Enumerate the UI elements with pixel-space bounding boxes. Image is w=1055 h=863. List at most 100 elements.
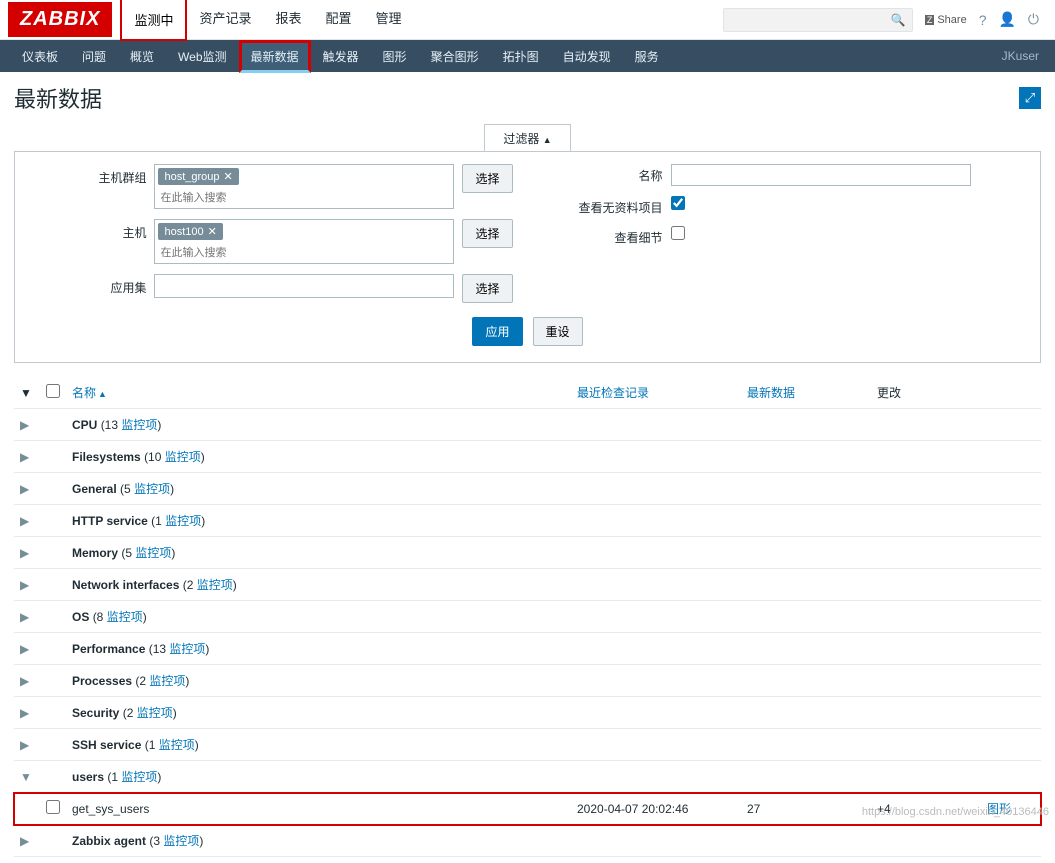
hostgroup-search-input[interactable] — [155, 188, 443, 208]
user-icon[interactable]: 👤 — [998, 11, 1015, 28]
apply-button[interactable]: 应用 — [472, 317, 522, 346]
filter-panel: 过滤器 ▲ 主机群组 host_group✕ 选择 主机 host100✕ — [14, 124, 1041, 363]
hostgroup-label: 主机群组 — [84, 164, 146, 186]
hostgroup-select-button[interactable]: 选择 — [462, 164, 512, 193]
name-input[interactable] — [671, 164, 971, 186]
topnav-item-2[interactable]: 报表 — [263, 0, 313, 41]
topnav-item-3[interactable]: 配置 — [314, 0, 364, 41]
name-label: 名称 — [573, 164, 663, 184]
category-row: ▶HTTP service (1 监控项) — [14, 505, 1041, 537]
monitor-items-link[interactable]: 监控项 — [165, 514, 201, 528]
expand-toggle[interactable]: ▶ — [14, 633, 40, 665]
host-tag-remove-icon[interactable]: ✕ — [208, 226, 217, 238]
monitor-items-link[interactable]: 监控项 — [149, 674, 185, 688]
sort-asc-icon: ▲ — [98, 389, 107, 399]
hostgroup-tag[interactable]: host_group ✕ — [158, 168, 238, 185]
expand-toggle[interactable]: ▶ — [14, 665, 40, 697]
category-name: Filesystems — [72, 450, 141, 464]
hostgroup-select[interactable]: host_group ✕ — [154, 164, 454, 209]
share-label: Share — [937, 14, 966, 26]
host-select[interactable]: host100✕ — [154, 219, 454, 264]
subnav-item-1[interactable]: 问题 — [70, 40, 118, 73]
col-last-check[interactable]: 最近检查记录 — [571, 377, 741, 409]
monitor-items-link[interactable]: 监控项 — [134, 482, 170, 496]
topnav-item-0[interactable]: 监测中 — [120, 0, 187, 41]
subnav-item-3[interactable]: Web监测 — [166, 40, 238, 73]
caret-up-icon: ▲ — [543, 135, 552, 145]
select-all-cell — [40, 377, 66, 409]
topnav-item-1[interactable]: 资产记录 — [187, 0, 263, 41]
fullscreen-icon: ⤢ — [1025, 90, 1035, 106]
category-name: Processes — [72, 674, 132, 688]
category-row: ▼users (1 监控项) — [14, 761, 1041, 793]
monitor-items-link[interactable]: 监控项 — [137, 706, 173, 720]
monitor-items-link[interactable]: 监控项 — [165, 450, 201, 464]
monitor-items-link[interactable]: 监控项 — [135, 546, 171, 560]
host-search-input[interactable] — [155, 243, 443, 263]
category-name: CPU — [72, 418, 97, 432]
category-count: (2 监控项) — [123, 706, 177, 720]
reset-button[interactable]: 重设 — [533, 317, 583, 346]
expand-toggle[interactable]: ▶ — [14, 441, 40, 473]
host-select-button[interactable]: 选择 — [462, 219, 512, 248]
col-name[interactable]: 名称▲ — [66, 377, 571, 409]
monitor-items-link[interactable]: 监控项 — [197, 578, 233, 592]
monitor-items-link[interactable]: 监控项 — [169, 642, 205, 656]
subnav-item-8[interactable]: 拓扑图 — [491, 40, 551, 73]
logout-icon[interactable]: ⏻ — [1028, 11, 1039, 28]
subnav-item-7[interactable]: 聚合图形 — [419, 40, 491, 73]
topnav-item-4[interactable]: 管理 — [364, 0, 414, 41]
search-input[interactable]: 🔍 — [723, 8, 913, 32]
subnav-item-5[interactable]: 触发器 — [311, 40, 371, 73]
expand-toggle[interactable]: ▶ — [14, 409, 40, 441]
subnav-item-0[interactable]: 仪表板 — [10, 40, 70, 73]
category-count: (2 监控项) — [135, 674, 189, 688]
subnav-item-10[interactable]: 服务 — [623, 40, 671, 73]
expand-toggle[interactable]: ▶ — [14, 537, 40, 569]
monitor-items-link[interactable]: 监控项 — [121, 418, 157, 432]
expand-toggle[interactable]: ▼ — [14, 761, 40, 793]
current-user[interactable]: JKuser — [1002, 49, 1045, 63]
expand-toggle[interactable]: ▶ — [14, 473, 40, 505]
monitor-items-link[interactable]: 监控项 — [163, 834, 199, 848]
expand-toggle[interactable]: ▶ — [14, 825, 40, 857]
subnav-item-6[interactable]: 图形 — [371, 40, 419, 73]
select-all-checkbox[interactable] — [46, 384, 60, 398]
category-count: (10 监控项) — [144, 450, 205, 464]
share-icon: Z — [925, 15, 935, 25]
expand-toggle[interactable]: ▶ — [14, 505, 40, 537]
appset-input[interactable] — [154, 274, 454, 298]
top-right: 🔍 Z Share ? 👤 ⏻ — [723, 8, 1055, 32]
hostgroup-tag-remove-icon[interactable]: ✕ — [224, 171, 233, 183]
appset-select-button[interactable]: 选择 — [462, 274, 512, 303]
hostgroup-tag-label: host_group — [164, 171, 219, 183]
expand-toggle[interactable]: ▶ — [14, 729, 40, 761]
page-title: 最新数据 — [14, 82, 102, 114]
col-last-data[interactable]: 最新数据 — [741, 377, 871, 409]
top-bar: ZABBIX 监测中资产记录报表配置管理 🔍 Z Share ? 👤 ⏻ — [0, 0, 1055, 40]
noitems-checkbox[interactable] — [671, 196, 685, 210]
share-button[interactable]: Z Share — [925, 14, 967, 26]
monitor-items-link[interactable]: 监控项 — [159, 738, 195, 752]
subnav-item-2[interactable]: 概览 — [118, 40, 166, 73]
subnav-item-9[interactable]: 自动发现 — [551, 40, 623, 73]
search-icon: 🔍 — [891, 13, 906, 27]
item-name[interactable]: get_sys_users — [66, 793, 571, 825]
expand-toggle[interactable]: ▶ — [14, 601, 40, 633]
item-checkbox[interactable] — [46, 800, 60, 814]
help-icon[interactable]: ? — [979, 12, 987, 28]
item-last-check: 2020-04-07 20:02:46 — [571, 793, 741, 825]
monitor-items-link[interactable]: 监控项 — [107, 610, 143, 624]
expand-toggle[interactable]: ▶ — [14, 697, 40, 729]
page-header: 最新数据 ⤢ — [0, 72, 1055, 124]
fullscreen-button[interactable]: ⤢ — [1019, 87, 1041, 109]
expand-toggle[interactable]: ▶ — [14, 569, 40, 601]
host-tag[interactable]: host100✕ — [158, 223, 222, 240]
monitor-items-link[interactable]: 监控项 — [121, 770, 157, 784]
collapse-all[interactable]: ▼ — [14, 377, 40, 409]
category-name: General — [72, 482, 117, 496]
logo[interactable]: ZABBIX — [8, 2, 112, 37]
subnav-item-4[interactable]: 最新数据 — [239, 40, 311, 73]
details-checkbox[interactable] — [671, 226, 685, 240]
filter-toggle[interactable]: 过滤器 ▲ — [484, 124, 570, 151]
